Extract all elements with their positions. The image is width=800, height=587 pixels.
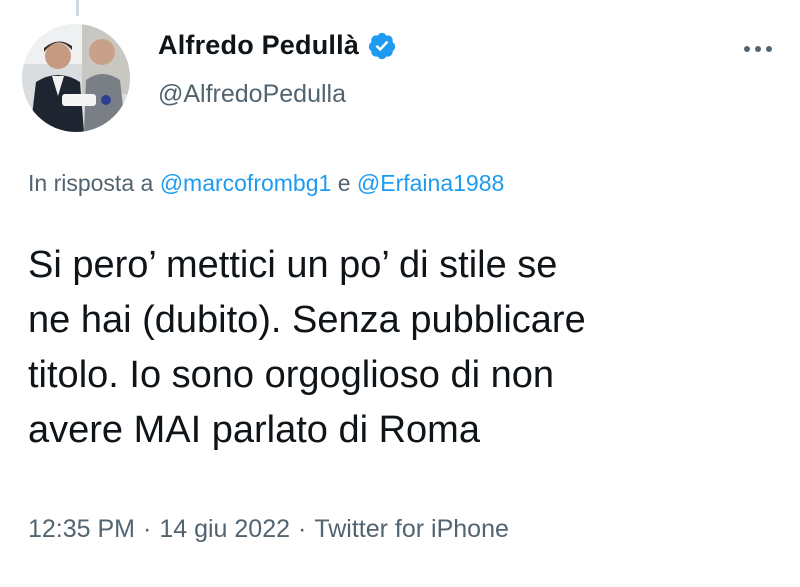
more-dot bbox=[755, 46, 761, 52]
avatar[interactable] bbox=[22, 24, 130, 132]
thread-connector-line bbox=[76, 0, 79, 16]
verified-badge-icon bbox=[367, 31, 397, 61]
meta-separator: · bbox=[298, 515, 307, 543]
reply-prefix: In risposta a bbox=[28, 170, 154, 196]
more-dot bbox=[766, 46, 772, 52]
reply-mention-2[interactable]: @Erfaina1988 bbox=[357, 170, 504, 196]
tweet-metadata: 12:35 PM · 14 giu 2022 · Twitter for iPhone bbox=[28, 515, 509, 544]
tweet-text-line: ne hai (dubito). Senza pubblicare bbox=[28, 299, 586, 341]
tweet-text-line: Si pero’ mettici un po’ di stile se bbox=[28, 244, 558, 286]
tweet-date[interactable]: 14 giu 2022 bbox=[159, 515, 290, 543]
meta-separator: · bbox=[143, 515, 152, 543]
tweet-source[interactable]: Twitter for iPhone bbox=[314, 515, 509, 543]
tweet-text: Si pero’ mettici un po’ di stile se ne h… bbox=[28, 238, 778, 458]
tweet-text-line: avere MAI parlato di Roma bbox=[28, 409, 480, 451]
reply-conjunction: e bbox=[337, 170, 351, 196]
more-dot bbox=[744, 46, 750, 52]
reply-context: In risposta a @marcofrombg1 e @Erfaina19… bbox=[28, 170, 504, 197]
more-dots-icon[interactable] bbox=[740, 40, 776, 58]
author-handle[interactable]: @AlfredoPedulla bbox=[158, 80, 346, 109]
avatar-photo bbox=[22, 24, 130, 132]
tweet-time[interactable]: 12:35 PM bbox=[28, 515, 135, 543]
reply-mention-1[interactable]: @marcofrombg1 bbox=[160, 170, 332, 196]
author-display-name[interactable]: Alfredo Pedullà bbox=[158, 30, 359, 61]
author-name-row[interactable]: Alfredo Pedullà bbox=[158, 30, 397, 61]
tweet-text-line: titolo. Io sono orgoglioso di non bbox=[28, 354, 555, 396]
